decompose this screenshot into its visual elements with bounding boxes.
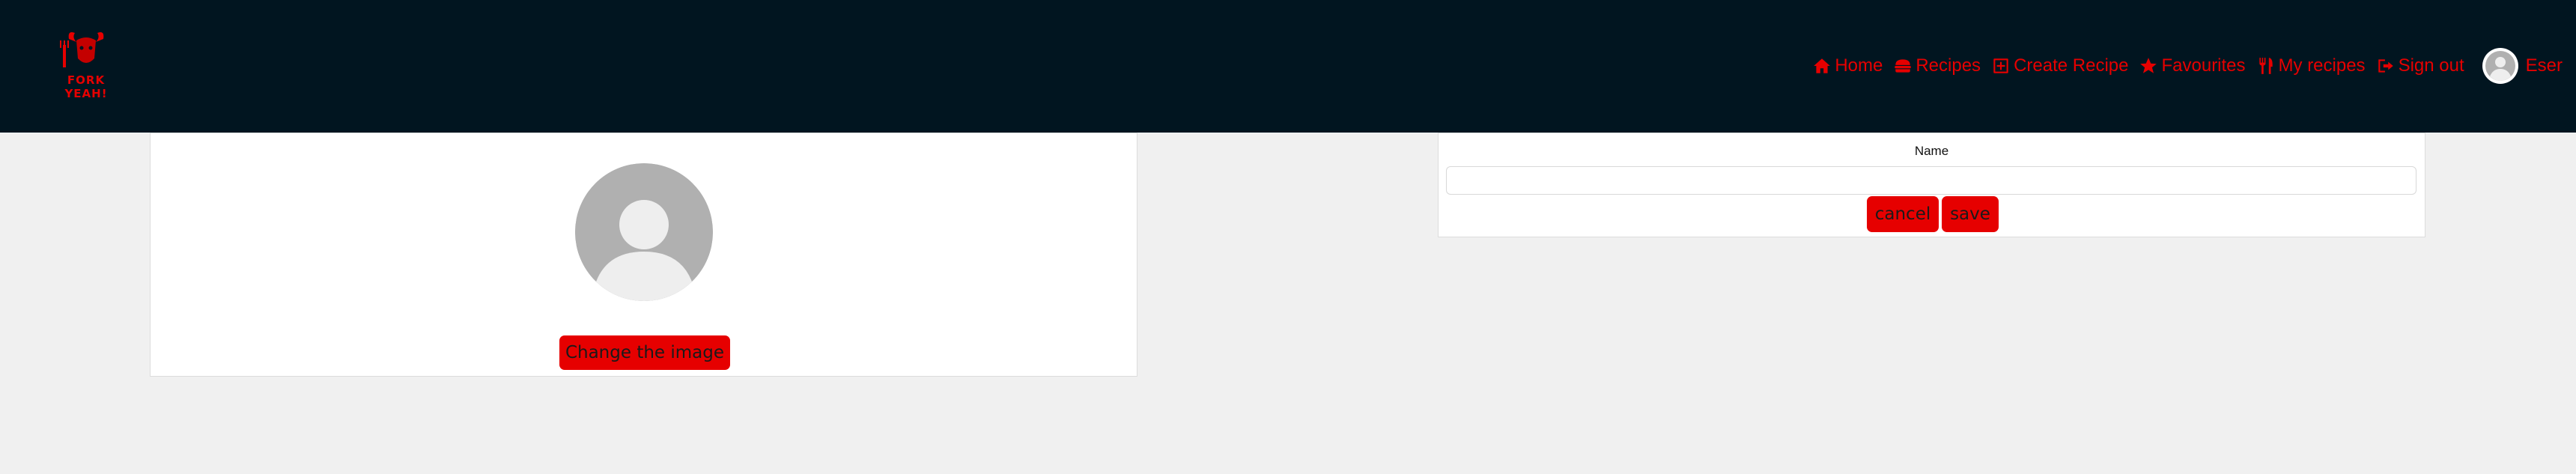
nav-sign-out-label: Sign out xyxy=(2398,55,2464,76)
nav-recipes[interactable]: Recipes xyxy=(1893,55,1981,76)
logo-text: FORK YEAH! xyxy=(64,73,108,100)
plus-square-icon xyxy=(1993,58,2008,73)
user-avatar-icon xyxy=(2485,51,2515,81)
nav-home[interactable]: Home xyxy=(1812,55,1883,76)
profile-avatar xyxy=(575,163,713,301)
user-menu[interactable]: Eser xyxy=(2482,48,2563,84)
save-button[interactable]: save xyxy=(1942,196,1999,232)
nav-recipes-label: Recipes xyxy=(1916,55,1981,76)
user-avatar[interactable] xyxy=(2482,48,2518,84)
nav-sign-out[interactable]: Sign out xyxy=(2376,55,2464,76)
utensils-icon xyxy=(2258,58,2273,74)
nav-create-recipe-label: Create Recipe xyxy=(2014,55,2129,76)
edit-name-card: Name cancel save xyxy=(1438,133,2425,237)
nav-home-label: Home xyxy=(1835,55,1883,76)
star-icon xyxy=(2140,58,2157,73)
change-image-button[interactable]: Change the image xyxy=(559,335,730,370)
bull-logo-icon xyxy=(60,32,104,67)
site-logo[interactable]: FORK YEAH! xyxy=(46,28,126,100)
home-icon xyxy=(1814,58,1831,73)
nav-my-recipes[interactable]: My recipes xyxy=(2256,55,2366,76)
main-nav: Home Recipes Create Recipe Favourites My… xyxy=(1812,48,2576,84)
user-name[interactable]: Eser xyxy=(2526,55,2563,76)
sign-out-icon xyxy=(2378,59,2393,73)
nav-create-recipe[interactable]: Create Recipe xyxy=(1991,55,2128,76)
default-user-icon xyxy=(575,163,713,301)
name-label: Name xyxy=(1914,144,1949,158)
cancel-button[interactable]: cancel xyxy=(1867,196,1939,232)
top-navbar: FORK YEAH! Home Recipes Create Recipe Fa… xyxy=(0,0,2576,133)
nav-favourites-label: Favourites xyxy=(2161,55,2246,76)
nav-favourites[interactable]: Favourites xyxy=(2139,55,2246,76)
burger-icon xyxy=(1895,59,1912,73)
profile-image-card: Change the image xyxy=(150,133,1137,377)
nav-my-recipes-label: My recipes xyxy=(2278,55,2366,76)
name-input[interactable] xyxy=(1446,166,2416,195)
